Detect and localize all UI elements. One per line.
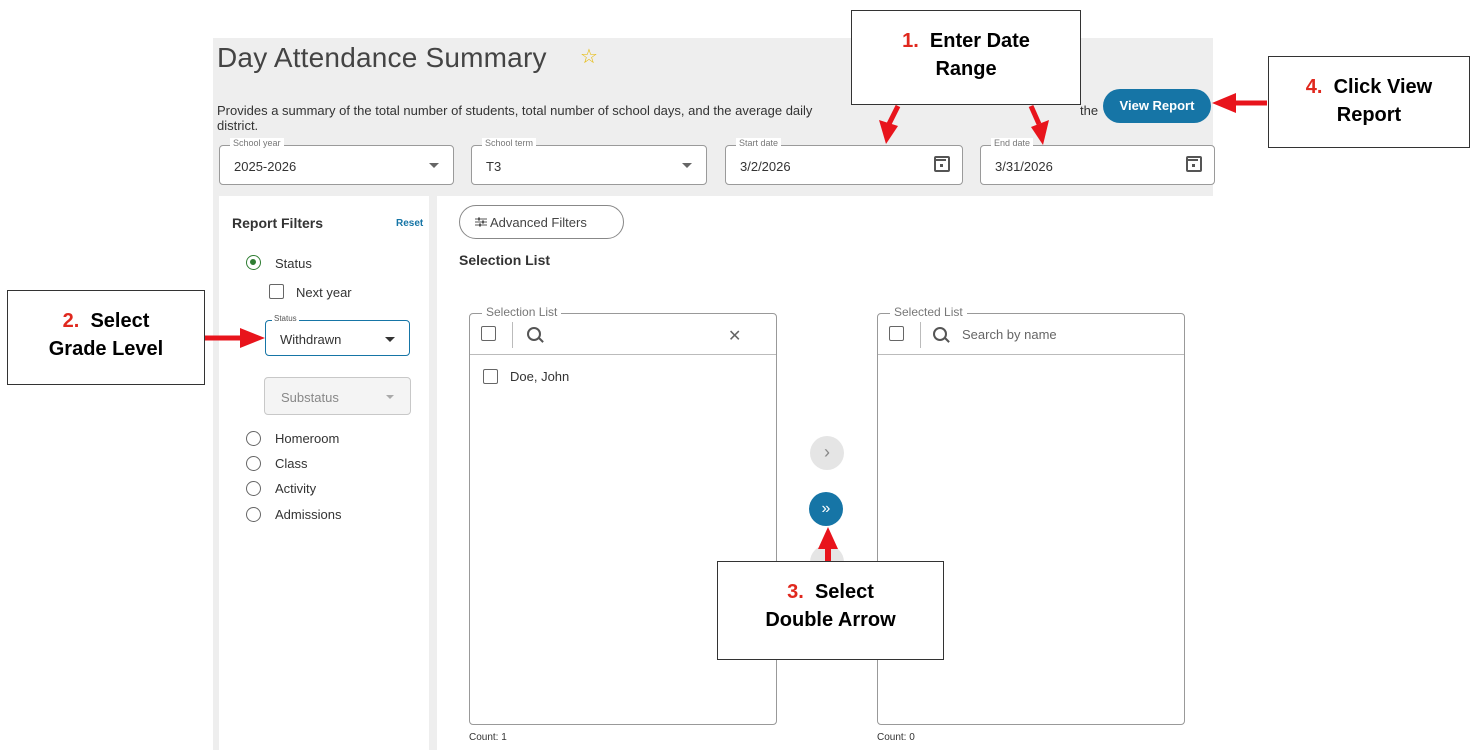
arrow-to-start-date: [879, 104, 901, 144]
annotation-arrows: [205, 93, 1267, 561]
arrow-to-view-report: [1212, 93, 1267, 113]
arrow-to-end-date: [1028, 104, 1049, 145]
arrow-to-status-select: [205, 328, 265, 348]
arrow-to-double-arrow: [818, 527, 838, 561]
